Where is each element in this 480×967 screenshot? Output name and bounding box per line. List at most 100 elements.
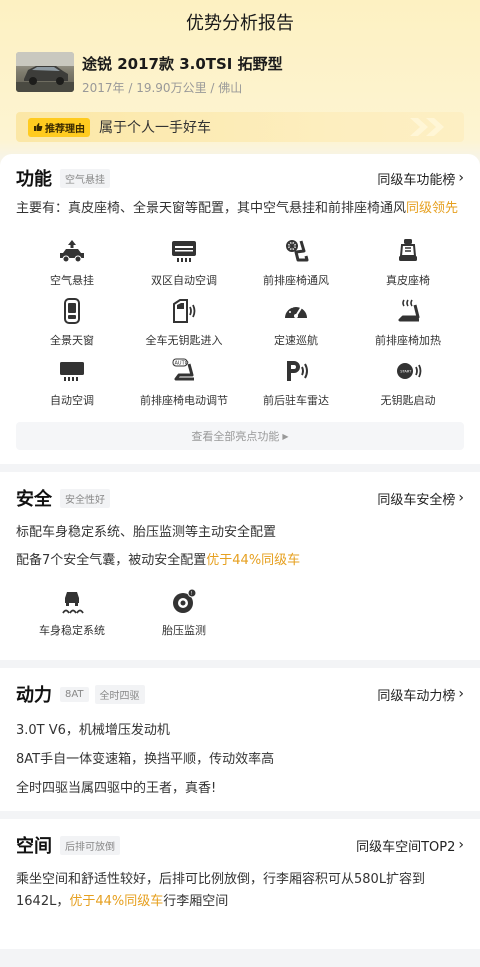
feature-tire-pressure[interactable]: ! 胎压监测: [128, 586, 240, 646]
feature-label: 空气悬挂: [50, 274, 94, 287]
keyless-start-icon: START: [397, 363, 422, 379]
safety-card: 安全 安全性好 同级车安全榜 › 标配车身稳定系统、胎压监测等主动安全配置 配备…: [0, 472, 480, 660]
auto-ac-icon: [60, 362, 84, 381]
power-card: 动力 8AT 全时四驱 同级车动力榜 › 3.0T V6，机械增压发动机 8AT…: [0, 668, 480, 811]
triangle-right-icon: ▶: [282, 431, 289, 441]
panoramic-sunroof-icon: [64, 298, 80, 324]
chevron-right-icon: ›: [458, 170, 464, 186]
car-thumbnail: [16, 52, 74, 92]
space-card: 空间 后排可放倒 同级车空间TOP2 › 乘坐空间和舒适性较好，后排可比例放倒，…: [0, 819, 480, 949]
feature-label: 无钥匙启动: [380, 394, 436, 407]
function-card: 功能 空气悬挂 同级车功能榜 › 主要有：真皮座椅、全景天窗等配置，其中空气悬挂…: [0, 154, 480, 464]
space-tag: 后排可放倒: [60, 835, 120, 855]
view-all-features-label: 查看全部亮点功能: [191, 430, 280, 443]
safety-description: 标配车身稳定系统、胎压监测等主动安全配置 配备7个安全气囊，被动安全配置优于44…: [16, 522, 464, 572]
cruise-control-icon: [285, 305, 307, 318]
power-ranking-link[interactable]: 同级车动力榜 ›: [377, 685, 464, 704]
feature-leather-seat[interactable]: 真皮座椅: [352, 236, 464, 296]
svg-text:AUTO: AUTO: [175, 361, 189, 367]
dual-zone-ac-icon: [172, 241, 196, 262]
feature-label: 前排座椅通风: [263, 274, 329, 287]
power-line: 全时四驱当属四驱中的王者，真香!: [16, 781, 217, 796]
keyless-entry-icon: [173, 299, 196, 323]
power-ranking-link-label: 同级车动力榜: [377, 688, 456, 704]
power-title: 动力: [16, 685, 52, 706]
power-line: 3.0T V6，机械增压发动机: [16, 723, 170, 738]
stability-control-icon: [62, 592, 84, 614]
function-tag: 空气悬挂: [60, 168, 110, 188]
space-desc-suffix: 行李厢空间: [163, 894, 229, 909]
feature-label: 双区自动空调: [151, 274, 217, 287]
function-description: 主要有：真皮座椅、全景天窗等配置，其中空气悬挂和前排座椅通风同级领先: [16, 198, 464, 220]
car-summary[interactable]: 途锐 2017款 3.0TSI 拓野型 2017年 / 19.90万公里 / 佛…: [0, 44, 480, 96]
recommend-reason-tag: 推荐理由: [28, 117, 90, 137]
safety-feature-grid: 车身稳定系统 ! 胎压监测: [16, 586, 464, 646]
feature-dual-zone-ac[interactable]: 双区自动空调: [128, 236, 240, 296]
power-line: 8AT手自一体变速箱，换挡平顺，传动效率高: [16, 752, 275, 767]
recommend-reason-bar: 推荐理由 属于个人一手好车: [16, 112, 464, 142]
safety-title: 安全: [16, 489, 52, 510]
feature-air-suspension[interactable]: 空气悬挂: [16, 236, 128, 296]
seat-heating-icon: [398, 299, 420, 322]
space-ranking-link[interactable]: 同级车空间TOP2 ›: [356, 836, 464, 855]
space-desc-highlight: 优于44%同级车: [69, 894, 164, 909]
svg-text:!: !: [190, 591, 192, 597]
recommend-reason-text: 属于个人一手好车: [99, 120, 211, 136]
page-header: 优势分析报告: [0, 0, 480, 44]
feature-cruise-control[interactable]: 定速巡航: [240, 296, 352, 356]
seat-ventilation-icon: [286, 240, 309, 262]
feature-panoramic-sunroof[interactable]: 全景天窗: [16, 296, 128, 356]
tire-pressure-icon: !: [173, 588, 197, 613]
feature-label: 前排座椅电动调节: [140, 394, 228, 407]
thumbs-up-icon: [34, 123, 43, 131]
recommend-reason-tag-label: 推荐理由: [45, 123, 85, 135]
feature-keyless-entry[interactable]: 全车无钥匙进入: [128, 296, 240, 356]
leather-seat-icon: [399, 239, 417, 261]
function-ranking-link-label: 同级车功能榜: [377, 172, 456, 188]
feature-label: 定速巡航: [274, 334, 318, 347]
space-description: 乘坐空间和舒适性较好，后排可比例放倒，行李厢容积可从580L扩容到1642L，优…: [16, 869, 464, 913]
safety-tag: 安全性好: [60, 488, 110, 508]
chevron-right-icon: ›: [458, 837, 464, 853]
air-suspension-icon: [60, 240, 84, 263]
parking-radar-icon: [287, 361, 308, 381]
svg-text:START: START: [400, 370, 412, 374]
feature-label: 全车无钥匙进入: [145, 334, 223, 347]
page-title: 优势分析报告: [186, 13, 294, 34]
power-tag-transmission: 8AT: [60, 686, 89, 702]
feature-keyless-start[interactable]: START 无钥匙启动: [352, 356, 464, 416]
space-title: 空间: [16, 836, 52, 857]
safety-line-2-text: 配备7个安全气囊，被动安全配置: [16, 553, 207, 568]
car-name: 途锐 2017款 3.0TSI 拓野型: [82, 55, 283, 73]
view-all-features-button[interactable]: 查看全部亮点功能 ▶: [16, 422, 464, 450]
feature-power-seat[interactable]: AUTO 前排座椅电动调节: [128, 356, 240, 416]
power-tag-drivetrain: 全时四驱: [94, 684, 145, 704]
feature-label: 自动空调: [50, 394, 94, 407]
power-seat-icon: AUTO: [172, 358, 194, 381]
safety-ranking-link-label: 同级车安全榜: [377, 492, 456, 508]
feature-parking-radar[interactable]: 前后驻车雷达: [240, 356, 352, 416]
chevron-decoration-icon: [410, 118, 444, 136]
feature-stability-control[interactable]: 车身稳定系统: [16, 586, 128, 646]
feature-label: 全景天窗: [50, 334, 94, 347]
feature-seat-ventilation[interactable]: 前排座椅通风: [240, 236, 352, 296]
feature-label: 前后驻车雷达: [263, 394, 329, 407]
car-meta: 2017年 / 19.90万公里 / 佛山: [82, 81, 243, 95]
function-ranking-link[interactable]: 同级车功能榜 ›: [377, 169, 464, 188]
feature-label: 胎压监测: [162, 624, 206, 637]
feature-seat-heating[interactable]: 前排座椅加热: [352, 296, 464, 356]
function-desc-highlight: 同级领先: [406, 201, 459, 216]
feature-label: 前排座椅加热: [375, 334, 441, 347]
function-desc-text: 主要有：真皮座椅、全景天窗等配置，其中空气悬挂和前排座椅通风: [16, 201, 407, 216]
function-title: 功能: [16, 169, 52, 190]
feature-grid: 空气悬挂 双区自动空调 前排座椅通风 真皮座椅 全景天窗 全车无钥匙进入 定速巡…: [16, 236, 464, 416]
space-ranking-link-label: 同级车空间TOP2: [356, 839, 456, 855]
safety-line-1: 标配车身稳定系统、胎压监测等主动安全配置: [16, 525, 277, 540]
feature-label: 真皮座椅: [386, 274, 430, 287]
safety-line-2: 配备7个安全气囊，被动安全配置优于44%同级车: [16, 550, 464, 572]
feature-auto-ac[interactable]: 自动空调: [16, 356, 128, 416]
feature-label: 车身稳定系统: [39, 624, 105, 637]
chevron-right-icon: ›: [458, 490, 464, 506]
safety-line-2-highlight: 优于44%同级车: [206, 553, 301, 568]
safety-ranking-link[interactable]: 同级车安全榜 ›: [377, 489, 464, 508]
